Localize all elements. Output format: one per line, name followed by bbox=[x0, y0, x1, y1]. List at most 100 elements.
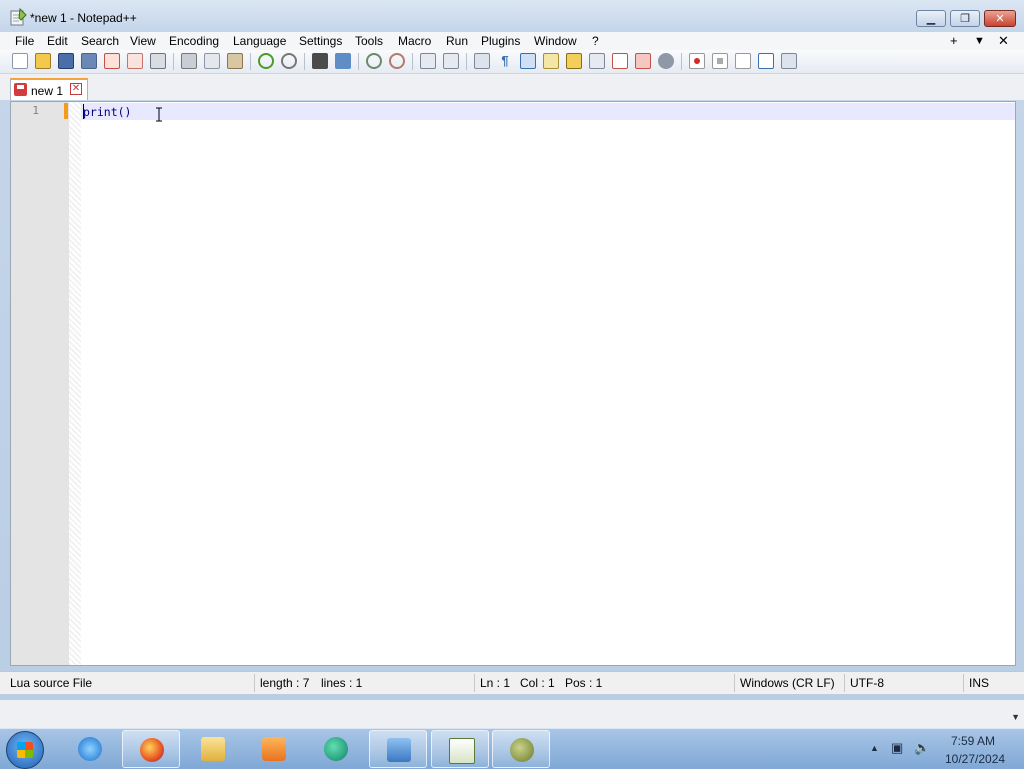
toolbar-separator bbox=[304, 53, 305, 70]
taskbar-file-explorer[interactable] bbox=[184, 730, 242, 768]
status-divider bbox=[734, 674, 735, 692]
taskbar-internet-explorer[interactable] bbox=[61, 730, 119, 768]
save-all-icon[interactable] bbox=[81, 53, 97, 69]
stop-macro-icon[interactable] bbox=[712, 53, 728, 69]
indent-guide-icon[interactable] bbox=[520, 53, 536, 69]
menu-tools[interactable]: Tools bbox=[353, 33, 385, 49]
record-macro-icon[interactable] bbox=[689, 53, 705, 69]
menu-window[interactable]: Window bbox=[532, 33, 579, 49]
open-file-icon[interactable] bbox=[35, 53, 51, 69]
file-explorer-icon bbox=[201, 737, 225, 761]
status-eol[interactable]: Windows (CR LF) bbox=[740, 676, 835, 690]
minimize-button[interactable]: ▁ bbox=[916, 10, 946, 27]
gimp-icon bbox=[510, 738, 534, 762]
code-line-1[interactable]: print() bbox=[83, 105, 131, 119]
find-icon[interactable] bbox=[312, 53, 328, 69]
run-macro-multiple-icon[interactable] bbox=[758, 53, 774, 69]
menu-view[interactable]: View bbox=[128, 33, 158, 49]
taskbar-control-panel[interactable] bbox=[369, 730, 427, 768]
show-hidden-icons-icon[interactable]: ▲ bbox=[870, 743, 879, 753]
toolbar-separator bbox=[681, 53, 682, 70]
print-icon[interactable] bbox=[150, 53, 166, 69]
play-macro-icon[interactable] bbox=[735, 53, 751, 69]
taskbar-firefox[interactable] bbox=[122, 730, 180, 768]
taskbar-media-player[interactable] bbox=[245, 730, 303, 768]
tab-list-button[interactable]: ▼ bbox=[974, 32, 985, 50]
maximize-button[interactable]: ❐ bbox=[950, 10, 980, 27]
tab-new-1[interactable]: new 1 ✕ bbox=[10, 78, 88, 100]
media-player-icon bbox=[262, 737, 286, 761]
status-insert-mode[interactable]: INS bbox=[969, 676, 989, 690]
scroll-down-icon[interactable]: ▼ bbox=[1011, 712, 1020, 722]
save-macro-icon[interactable] bbox=[781, 53, 797, 69]
status-divider bbox=[844, 674, 845, 692]
menu-file[interactable]: File bbox=[13, 33, 36, 49]
menu-encoding[interactable]: Encoding bbox=[167, 33, 221, 49]
taskbar-app-green[interactable] bbox=[307, 730, 365, 768]
app-green-icon bbox=[324, 737, 348, 761]
menu-language[interactable]: Language bbox=[231, 33, 288, 49]
add-tab-button[interactable]: + bbox=[950, 32, 958, 50]
zoom-out-icon[interactable] bbox=[389, 53, 405, 69]
close-icon: ✕ bbox=[995, 13, 1005, 25]
network-icon[interactable]: ▣ bbox=[891, 740, 903, 756]
menu-help[interactable]: ? bbox=[590, 33, 601, 49]
folder-as-workspace-icon[interactable] bbox=[589, 53, 605, 69]
current-line-highlight bbox=[81, 103, 1015, 120]
menu-run[interactable]: Run bbox=[444, 33, 470, 49]
clock-time[interactable]: 7:59 AM bbox=[951, 734, 995, 748]
save-icon[interactable] bbox=[58, 53, 74, 69]
show-all-chars-icon[interactable]: ¶ bbox=[497, 53, 513, 69]
bubble-icon[interactable] bbox=[658, 53, 674, 69]
title-bar[interactable]: *new 1 - Notepad++ ▁ ❐ ✕ bbox=[0, 0, 1024, 32]
menu-plugins[interactable]: Plugins bbox=[479, 33, 522, 49]
internet-explorer-icon bbox=[78, 737, 102, 761]
copy-icon[interactable] bbox=[204, 53, 220, 69]
menu-settings[interactable]: Settings bbox=[297, 33, 344, 49]
function-list-icon[interactable] bbox=[566, 53, 582, 69]
clock-date[interactable]: 10/27/2024 bbox=[945, 752, 1005, 766]
doc-list-icon[interactable] bbox=[635, 53, 651, 69]
toolbar-separator bbox=[358, 53, 359, 70]
monitoring-icon[interactable] bbox=[612, 53, 628, 69]
word-wrap-icon[interactable] bbox=[474, 53, 490, 69]
tab-bar: new 1 ✕ bbox=[0, 74, 1024, 100]
notepadpp-icon bbox=[10, 8, 27, 26]
close-icon[interactable] bbox=[104, 53, 120, 69]
taskbar-gimp[interactable] bbox=[492, 730, 550, 768]
paste-icon[interactable] bbox=[227, 53, 243, 69]
minimize-icon: ▁ bbox=[926, 13, 936, 25]
replace-icon[interactable] bbox=[335, 53, 351, 69]
close-all-icon[interactable] bbox=[127, 53, 143, 69]
status-col: Col : 1 bbox=[520, 676, 555, 690]
status-length: length : 7 bbox=[260, 676, 310, 690]
menu-macro[interactable]: Macro bbox=[396, 33, 433, 49]
doc-map-icon[interactable] bbox=[543, 53, 559, 69]
status-encoding[interactable]: UTF-8 bbox=[850, 676, 884, 690]
zoom-in-icon[interactable] bbox=[366, 53, 382, 69]
editor-area[interactable]: 1 print() bbox=[10, 101, 1016, 666]
line-number-gutter: 1 bbox=[11, 102, 69, 665]
new-file-icon[interactable] bbox=[12, 53, 28, 69]
toolbar: ¶ bbox=[0, 50, 1024, 74]
background-window-strip: ▼ bbox=[0, 700, 1024, 728]
text-caret bbox=[83, 104, 84, 119]
change-history-marker bbox=[64, 103, 68, 119]
volume-icon[interactable]: 🔈 bbox=[914, 740, 930, 756]
start-button[interactable] bbox=[6, 731, 44, 769]
fold-margin[interactable] bbox=[69, 102, 81, 665]
cut-icon[interactable] bbox=[181, 53, 197, 69]
undo-icon[interactable] bbox=[258, 53, 274, 69]
sync-horizontal-icon[interactable] bbox=[443, 53, 459, 69]
menu-edit[interactable]: Edit bbox=[45, 33, 70, 49]
status-divider bbox=[963, 674, 964, 692]
menu-search[interactable]: Search bbox=[79, 33, 121, 49]
tab-close-icon[interactable]: ✕ bbox=[70, 83, 82, 95]
status-divider bbox=[474, 674, 475, 692]
close-doc-button[interactable]: ✕ bbox=[998, 32, 1009, 50]
menu-bar: File Edit Search View Encoding Language … bbox=[0, 32, 1024, 50]
sync-vertical-icon[interactable] bbox=[420, 53, 436, 69]
redo-icon[interactable] bbox=[281, 53, 297, 69]
close-button[interactable]: ✕ bbox=[984, 10, 1016, 27]
taskbar-notepadpp[interactable] bbox=[431, 730, 489, 768]
